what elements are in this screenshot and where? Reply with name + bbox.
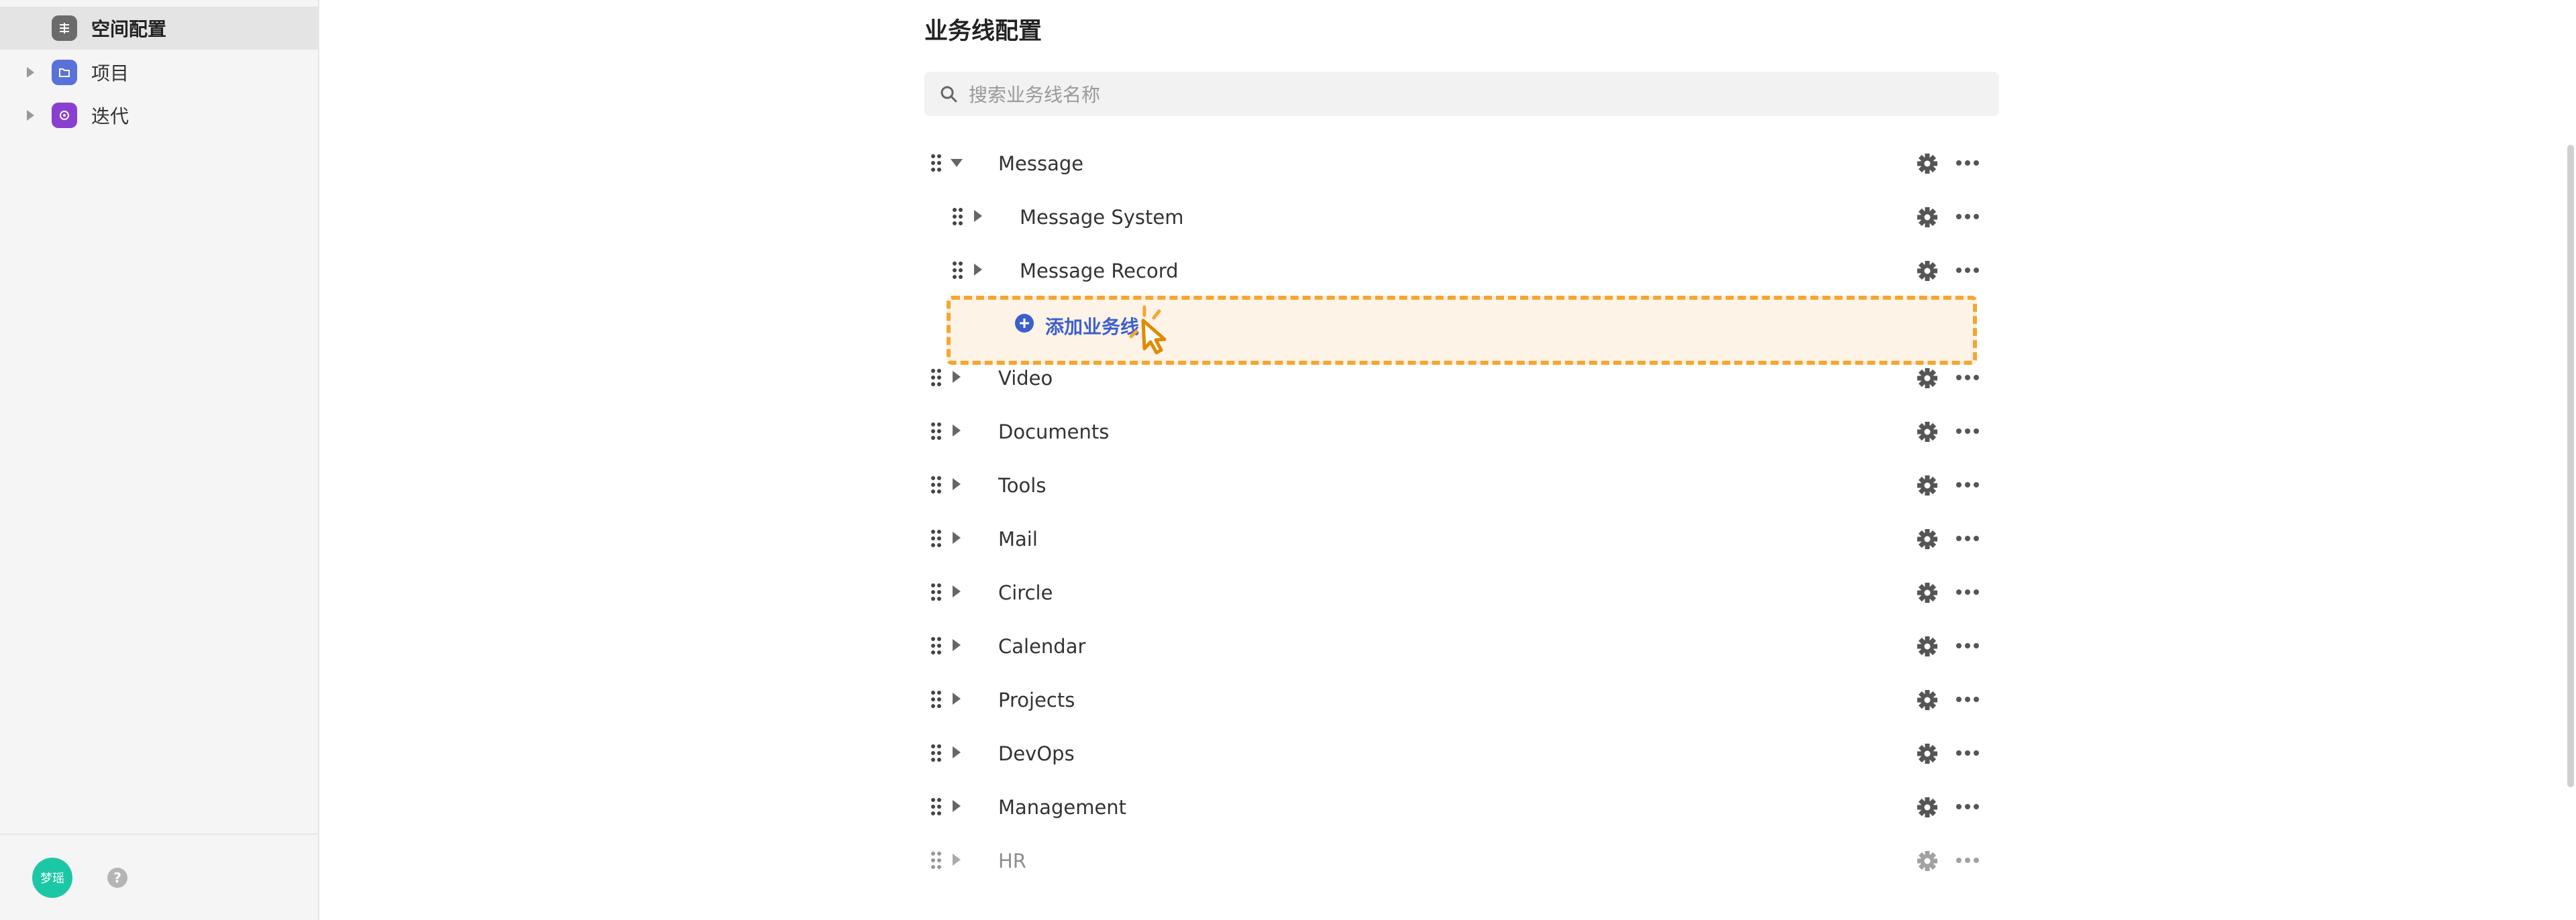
drag-handle-icon[interactable] bbox=[930, 850, 943, 870]
chevron-right-icon[interactable] bbox=[953, 424, 961, 437]
business-line-name: Message System bbox=[1020, 206, 1184, 229]
scrollbar[interactable] bbox=[2567, 145, 2574, 787]
chevron-right-icon[interactable] bbox=[953, 693, 961, 705]
more-icon[interactable] bbox=[1955, 427, 1980, 435]
gear-icon[interactable] bbox=[1916, 581, 1939, 604]
chevron-right-icon[interactable] bbox=[953, 478, 961, 490]
drag-handle-icon[interactable] bbox=[951, 207, 965, 227]
gear-icon[interactable] bbox=[1916, 420, 1939, 443]
chevron-right-icon[interactable] bbox=[953, 371, 961, 383]
folder-icon bbox=[52, 60, 77, 85]
gear-icon[interactable] bbox=[1916, 796, 1939, 819]
more-icon[interactable] bbox=[1955, 481, 1980, 489]
list-item[interactable]: Message Record bbox=[924, 246, 1999, 293]
list-item[interactable]: Management bbox=[924, 783, 1999, 829]
sidebar-item-space-config[interactable]: 空间配置 bbox=[0, 7, 318, 50]
plus-circle-icon[interactable] bbox=[1014, 312, 1035, 334]
more-icon[interactable] bbox=[1955, 534, 1980, 542]
more-icon[interactable] bbox=[1955, 856, 1980, 864]
iteration-icon bbox=[52, 103, 77, 128]
list-item[interactable]: Documents bbox=[924, 407, 1999, 454]
chevron-down-icon[interactable] bbox=[951, 159, 963, 167]
business-line-name: Message Record bbox=[1020, 260, 1179, 282]
gear-icon[interactable] bbox=[1916, 367, 1939, 390]
search-placeholder: 搜索业务线名称 bbox=[969, 84, 1101, 106]
search-icon bbox=[941, 86, 957, 103]
caret-right-icon[interactable] bbox=[27, 110, 34, 121]
more-icon[interactable] bbox=[1955, 695, 1980, 703]
page-title: 业务线配置 bbox=[924, 18, 1042, 45]
more-icon[interactable] bbox=[1955, 588, 1980, 596]
help-icon[interactable]: ? bbox=[107, 868, 127, 888]
gear-icon[interactable] bbox=[1916, 152, 1939, 175]
more-icon[interactable] bbox=[1955, 213, 1980, 221]
drag-handle-icon[interactable] bbox=[930, 582, 943, 602]
more-icon[interactable] bbox=[1955, 159, 1980, 167]
list-item[interactable]: Mail bbox=[924, 514, 1999, 561]
gear-icon[interactable] bbox=[1916, 689, 1939, 711]
gear-icon[interactable] bbox=[1916, 206, 1939, 229]
click-cursor-icon bbox=[1129, 305, 1167, 355]
chevron-right-icon[interactable] bbox=[953, 800, 961, 812]
sidebar-item-iterations[interactable]: 迭代 bbox=[0, 94, 318, 137]
chevron-right-icon[interactable] bbox=[974, 210, 982, 222]
more-icon[interactable] bbox=[1955, 803, 1980, 811]
list-item[interactable]: Message System bbox=[924, 192, 1999, 239]
drag-handle-icon[interactable] bbox=[930, 421, 943, 441]
list-item[interactable]: Circle bbox=[924, 568, 1999, 615]
gear-icon[interactable] bbox=[1916, 528, 1939, 551]
gear-icon[interactable] bbox=[1916, 742, 1939, 765]
drag-handle-icon[interactable] bbox=[930, 636, 943, 656]
list-item[interactable]: DevOps bbox=[924, 729, 1999, 776]
more-icon[interactable] bbox=[1955, 749, 1980, 757]
grid-icon bbox=[52, 15, 77, 41]
business-line-name: Mail bbox=[998, 528, 1038, 551]
list-item[interactable]: HR bbox=[924, 836, 1999, 883]
business-line-name: DevOps bbox=[998, 742, 1075, 765]
business-line-name: Calendar bbox=[998, 635, 1086, 658]
business-line-name: Message bbox=[998, 152, 1084, 175]
list-item[interactable]: Projects bbox=[924, 675, 1999, 722]
chevron-right-icon[interactable] bbox=[953, 746, 961, 758]
gear-icon[interactable] bbox=[1916, 260, 1939, 282]
gear-icon[interactable] bbox=[1916, 474, 1939, 497]
list-item[interactable]: Message bbox=[924, 139, 1999, 186]
search-input[interactable]: 搜索业务线名称 bbox=[924, 72, 1999, 116]
more-icon[interactable] bbox=[1955, 266, 1980, 274]
divider bbox=[0, 833, 318, 835]
chevron-right-icon[interactable] bbox=[974, 264, 982, 276]
drag-handle-icon[interactable] bbox=[930, 743, 943, 763]
business-line-name: Circle bbox=[998, 581, 1053, 604]
list-item[interactable]: Tools bbox=[924, 461, 1999, 508]
chevron-right-icon[interactable] bbox=[953, 854, 961, 866]
sidebar: 空间配置 项目 迭代 梦瑶 ? bbox=[0, 0, 319, 920]
drag-handle-icon[interactable] bbox=[930, 797, 943, 817]
more-icon[interactable] bbox=[1955, 373, 1980, 382]
business-line-name: Documents bbox=[998, 420, 1110, 443]
sidebar-item-label: 迭代 bbox=[91, 105, 129, 127]
business-line-name: Video bbox=[998, 367, 1053, 390]
list-item[interactable]: Calendar bbox=[924, 622, 1999, 669]
sidebar-item-label: 空间配置 bbox=[91, 18, 167, 40]
drag-handle-icon[interactable] bbox=[930, 475, 943, 495]
business-line-name: Projects bbox=[998, 689, 1075, 711]
business-line-name: Tools bbox=[998, 474, 1046, 497]
more-icon[interactable] bbox=[1955, 642, 1980, 650]
drag-handle-icon[interactable] bbox=[930, 689, 943, 709]
drag-handle-icon[interactable] bbox=[930, 367, 943, 388]
business-line-name: Management bbox=[998, 796, 1127, 819]
caret-right-icon[interactable] bbox=[27, 67, 34, 78]
drag-handle-icon[interactable] bbox=[930, 528, 943, 549]
avatar[interactable]: 梦瑶 bbox=[32, 858, 72, 898]
chevron-right-icon[interactable] bbox=[953, 532, 961, 544]
sidebar-item-projects[interactable]: 项目 bbox=[0, 51, 318, 94]
gear-icon[interactable] bbox=[1916, 850, 1939, 872]
chevron-right-icon[interactable] bbox=[953, 639, 961, 651]
drag-handle-icon[interactable] bbox=[930, 153, 943, 173]
gear-icon[interactable] bbox=[1916, 635, 1939, 658]
drag-handle-icon[interactable] bbox=[951, 260, 965, 280]
business-line-name: HR bbox=[998, 850, 1026, 872]
chevron-right-icon[interactable] bbox=[953, 585, 961, 597]
sidebar-item-label: 项目 bbox=[91, 62, 129, 84]
